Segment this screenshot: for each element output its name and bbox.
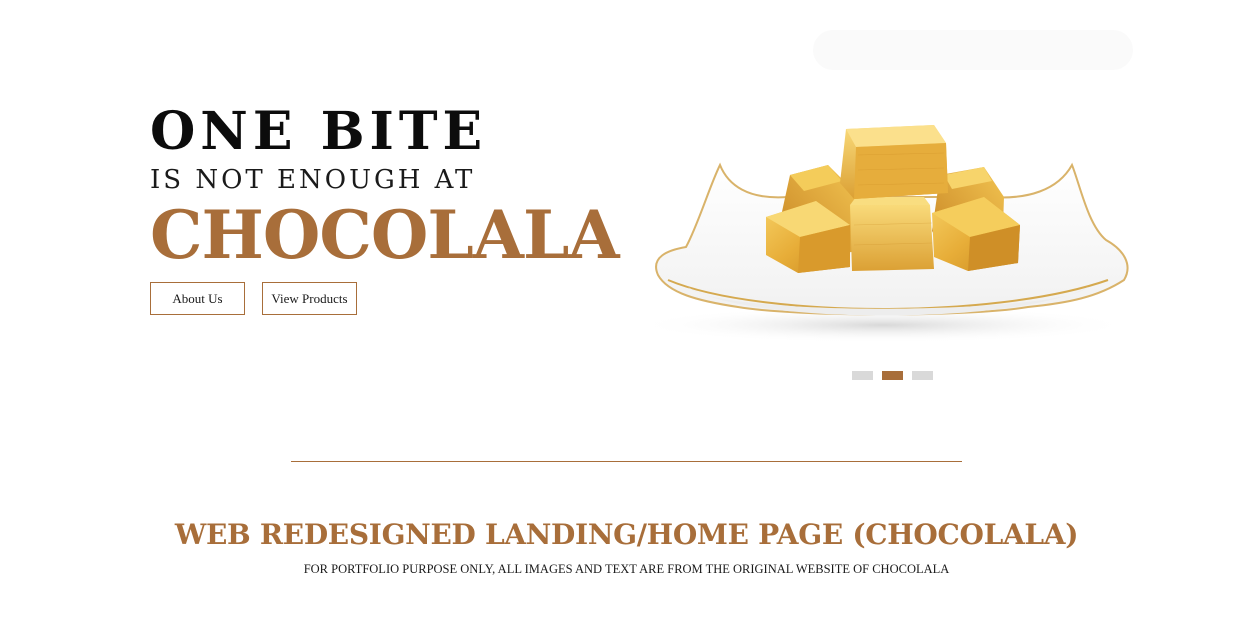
caption-subtitle: FOR PORTFOLIO PURPOSE ONLY, ALL IMAGES A… bbox=[303, 562, 950, 576]
headline-brand: CHOCOLALA bbox=[150, 196, 620, 274]
view-products-button[interactable]: View Products bbox=[262, 282, 357, 315]
carousel-dot-1[interactable] bbox=[852, 371, 873, 380]
carousel-dot-3[interactable] bbox=[912, 371, 933, 380]
headline-one-bite: ONE BITE bbox=[150, 101, 488, 162]
caption-title: WEB REDESIGNED LANDING/HOME PAGE (CHOCOL… bbox=[174, 518, 1079, 551]
headline-not-enough: IS NOT ENOUGH AT bbox=[150, 165, 476, 195]
carousel-dots bbox=[852, 371, 933, 380]
carousel-dot-2-active[interactable] bbox=[882, 371, 903, 380]
hero-buttons: About Us View Products bbox=[150, 282, 357, 315]
section-divider bbox=[291, 461, 962, 462]
hero-headline: ONE BITE IS NOT ENOUGH AT CHOCOLALA bbox=[150, 100, 620, 274]
gold-wrapped-chocolates-plate-icon bbox=[628, 25, 1143, 345]
about-us-button[interactable]: About Us bbox=[150, 282, 245, 315]
